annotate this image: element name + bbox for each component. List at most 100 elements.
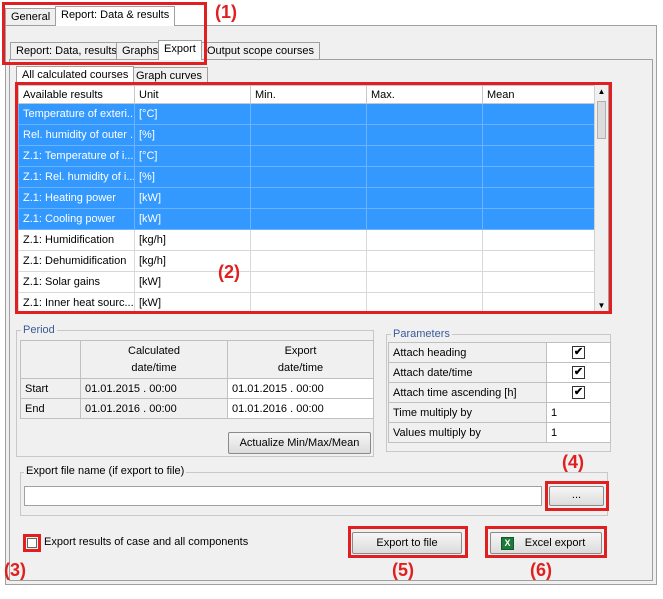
start-export-input[interactable]: 01.01.2015 . 00:00 xyxy=(227,378,374,399)
header-available-results[interactable]: Available results xyxy=(18,85,135,104)
attach-datetime-label: Attach date/time xyxy=(388,362,547,383)
tab-report-data-results[interactable]: Report: Data & results xyxy=(55,6,176,26)
result-min-cell xyxy=(250,292,367,311)
tab-general[interactable]: General xyxy=(5,8,57,26)
table-row[interactable]: Rel. humidity of outer ... [%] xyxy=(18,124,597,146)
tab-report-data-results-sub[interactable]: Report: Data, results xyxy=(10,42,123,60)
values-multiply-input[interactable]: 1 xyxy=(546,422,611,443)
tab-graphs[interactable]: Graphs xyxy=(116,42,165,60)
result-mean-cell xyxy=(482,250,597,272)
result-name-cell: Rel. humidity of outer ... xyxy=(18,124,135,146)
result-max-cell xyxy=(366,103,483,125)
calculated-datetime-header: Calculated date/time xyxy=(80,340,228,379)
result-max-cell xyxy=(366,250,483,272)
result-unit-cell: [kW] xyxy=(134,187,251,209)
table-row[interactable]: Z.1: Solar gains [kW] xyxy=(18,271,597,293)
scroll-down-icon[interactable]: ▼ xyxy=(595,299,608,311)
end-calculated-value: 01.01.2016 . 00:00 xyxy=(80,398,228,419)
callout-2: (2) xyxy=(218,262,240,282)
scroll-up-icon[interactable]: ▲ xyxy=(595,85,608,99)
header-min[interactable]: Min. xyxy=(250,85,367,104)
tab-graph-curves[interactable]: Graph curves xyxy=(130,67,209,85)
actualize-button[interactable]: Actualize Min/Max/Mean xyxy=(228,432,371,454)
attach-time-ascending-label: Attach time ascending [h] xyxy=(388,382,547,403)
result-unit-cell: [°C] xyxy=(134,145,251,167)
result-name-cell: Temperature of exteri... xyxy=(18,103,135,125)
result-max-cell xyxy=(366,271,483,293)
export-file-label: Export file name (if export to file) xyxy=(24,465,187,477)
export-to-file-button[interactable]: Export to file xyxy=(352,532,462,554)
excel-export-button[interactable]: X Excel export xyxy=(490,532,602,554)
result-unit-cell: [kg/h] xyxy=(134,229,251,251)
tab-export[interactable]: Export xyxy=(158,40,202,60)
result-name-cell: Z.1: Inner heat sourc... xyxy=(18,292,135,311)
result-name-cell: Z.1: Temperature of i... xyxy=(18,145,135,167)
table-row[interactable]: Z.1: Rel. humidity of i... [%] xyxy=(18,166,597,188)
start-calculated-value: 01.01.2015 . 00:00 xyxy=(80,378,228,399)
result-max-cell xyxy=(366,166,483,188)
result-unit-cell: [kW] xyxy=(134,208,251,230)
result-unit-cell: [%] xyxy=(134,166,251,188)
browse-button[interactable]: ... xyxy=(549,486,604,506)
result-min-cell xyxy=(250,166,367,188)
period-corner xyxy=(20,340,81,379)
result-mean-cell xyxy=(482,166,597,188)
table-row[interactable]: Z.1: Cooling power [kW] xyxy=(18,208,597,230)
header-mean[interactable]: Mean xyxy=(482,85,597,104)
start-label: Start xyxy=(20,378,81,399)
result-mean-cell xyxy=(482,292,597,311)
result-name-cell: Z.1: Rel. humidity of i... xyxy=(18,166,135,188)
result-max-cell xyxy=(366,208,483,230)
attach-heading-checkbox[interactable]: ✔ xyxy=(572,346,585,359)
result-name-cell: Z.1: Solar gains xyxy=(18,271,135,293)
result-mean-cell xyxy=(482,187,597,209)
callout-4: (4) xyxy=(562,452,584,472)
result-min-cell xyxy=(250,187,367,209)
callout-6: (6) xyxy=(530,560,552,580)
annotation-box-3 xyxy=(23,534,41,552)
export-file-input[interactable] xyxy=(24,486,542,506)
results-scrollbar[interactable]: ▲ ▼ xyxy=(594,85,608,311)
callout-1: (1) xyxy=(215,2,237,22)
result-min-cell xyxy=(250,145,367,167)
attach-heading-label: Attach heading xyxy=(388,342,547,363)
tab-all-calculated-courses[interactable]: All calculated courses xyxy=(16,66,135,85)
attach-heading-cell: ✔ xyxy=(546,342,611,363)
result-mean-cell xyxy=(482,124,597,146)
results-grid[interactable]: Available results Unit Min. Max. Mean Te… xyxy=(17,84,609,312)
attach-datetime-checkbox[interactable]: ✔ xyxy=(572,366,585,379)
result-name-cell: Z.1: Dehumidification xyxy=(18,250,135,272)
header-unit[interactable]: Unit xyxy=(134,85,251,104)
parameters-legend: Parameters xyxy=(391,328,452,340)
table-row[interactable]: Z.1: Inner heat sourc... [kW] xyxy=(18,292,597,311)
result-min-cell xyxy=(250,208,367,230)
table-row[interactable]: Temperature of exteri... [°C] xyxy=(18,103,597,125)
export-datetime-header: Export date/time xyxy=(227,340,374,379)
table-row[interactable]: Z.1: Dehumidification [kg/h] xyxy=(18,250,597,272)
result-name-cell: Z.1: Humidification xyxy=(18,229,135,251)
result-unit-cell: [%] xyxy=(134,124,251,146)
export-all-label: Export results of case and all component… xyxy=(44,536,249,548)
time-multiply-input[interactable]: 1 xyxy=(546,402,611,423)
header-max[interactable]: Max. xyxy=(366,85,483,104)
table-row[interactable]: Z.1: Humidification [kg/h] xyxy=(18,229,597,251)
result-mean-cell xyxy=(482,271,597,293)
result-min-cell xyxy=(250,229,367,251)
result-min-cell xyxy=(250,103,367,125)
period-legend: Period xyxy=(21,324,57,336)
result-name-cell: Z.1: Heating power xyxy=(18,187,135,209)
attach-time-ascending-checkbox[interactable]: ✔ xyxy=(572,386,585,399)
excel-export-label: Excel export xyxy=(524,537,586,549)
result-max-cell xyxy=(366,124,483,146)
values-multiply-label: Values multiply by xyxy=(388,422,547,443)
callout-3: (3) xyxy=(4,560,26,580)
time-multiply-label: Time multiply by xyxy=(388,402,547,423)
tab-output-scope-courses[interactable]: Output scope courses xyxy=(201,42,321,60)
scroll-thumb[interactable] xyxy=(597,101,606,139)
table-row[interactable]: Z.1: Heating power [kW] xyxy=(18,187,597,209)
result-unit-cell: [kW] xyxy=(134,292,251,311)
result-name-cell: Z.1: Cooling power xyxy=(18,208,135,230)
table-row[interactable]: Z.1: Temperature of i... [°C] xyxy=(18,145,597,167)
excel-icon: X xyxy=(501,537,514,550)
end-export-input[interactable]: 01.01.2016 . 00:00 xyxy=(227,398,374,419)
